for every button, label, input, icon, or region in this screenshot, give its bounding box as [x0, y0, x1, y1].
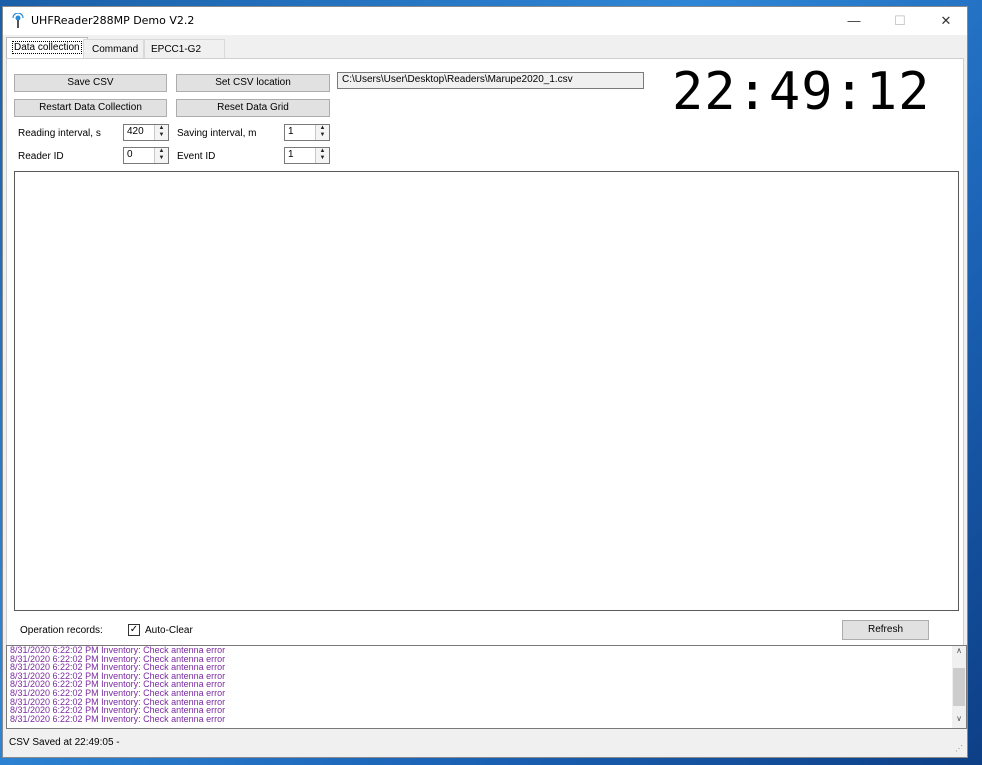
event-id-value: 1: [288, 149, 294, 160]
event-id-label: Event ID: [177, 151, 216, 162]
set-csv-location-button[interactable]: Set CSV location: [176, 74, 330, 92]
app-window: UHFReader288MP Demo V2.2 — ☐ ✕ Data coll…: [2, 6, 968, 758]
auto-clear-label: Auto-Clear: [145, 625, 193, 636]
reader-id-stepper[interactable]: 0 ▲ ▼: [123, 147, 169, 164]
arrow-up-icon[interactable]: ▲: [316, 148, 329, 155]
scroll-thumb[interactable]: [953, 668, 965, 706]
minimize-button[interactable]: —: [831, 7, 877, 35]
auto-clear-checkbox[interactable]: ✓: [128, 624, 140, 636]
saving-interval-stepper[interactable]: 1 ▲ ▼: [284, 124, 330, 141]
antenna-icon: [12, 13, 24, 28]
tab-epcc1-g2-test[interactable]: EPCC1-G2 Test: [144, 39, 225, 74]
window-title: UHFReader288MP Demo V2.2: [31, 14, 195, 27]
operation-log[interactable]: 8/31/2020 6:22:02 PM Inventory: Check an…: [6, 645, 967, 729]
csv-path-field[interactable]: C:\Users\User\Desktop\Readers\Marupe2020…: [337, 72, 644, 89]
event-id-stepper[interactable]: 1 ▲ ▼: [284, 147, 330, 164]
reading-interval-label: Reading interval, s: [18, 128, 101, 139]
maximize-button[interactable]: ☐: [877, 7, 923, 35]
scroll-down-icon[interactable]: ∨: [952, 714, 966, 728]
reader-id-label: Reader ID: [18, 151, 64, 162]
data-collection-panel: Save CSV Set CSV location C:\Users\User\…: [6, 58, 964, 728]
arrow-down-icon[interactable]: ▼: [155, 132, 168, 139]
reading-interval-value: 420: [127, 126, 144, 137]
refresh-button[interactable]: Refresh: [842, 620, 929, 640]
saving-interval-label: Saving interval, m: [177, 128, 257, 139]
status-text: CSV Saved at 22:49:05 -: [9, 737, 120, 748]
saving-interval-value: 1: [288, 126, 294, 137]
resize-grip-icon[interactable]: ⋰: [955, 744, 963, 753]
reading-interval-stepper[interactable]: 420 ▲ ▼: [123, 124, 169, 141]
stepper-arrows[interactable]: ▲ ▼: [154, 125, 168, 140]
save-csv-button[interactable]: Save CSV: [14, 74, 167, 92]
arrow-down-icon[interactable]: ▼: [316, 155, 329, 162]
stepper-arrows[interactable]: ▲ ▼: [315, 148, 329, 163]
log-list: 8/31/2020 6:22:02 PM Inventory: Check an…: [7, 646, 966, 723]
arrow-down-icon[interactable]: ▼: [155, 155, 168, 162]
close-button[interactable]: ✕: [923, 7, 969, 35]
arrow-up-icon[interactable]: ▲: [316, 125, 329, 132]
arrow-down-icon[interactable]: ▼: [316, 132, 329, 139]
reset-data-grid-button[interactable]: Reset Data Grid: [176, 99, 330, 117]
restart-data-collection-button[interactable]: Restart Data Collection: [14, 99, 167, 117]
stepper-arrows[interactable]: ▲ ▼: [315, 125, 329, 140]
arrow-up-icon[interactable]: ▲: [155, 148, 168, 155]
stepper-arrows[interactable]: ▲ ▼: [154, 148, 168, 163]
title-bar[interactable]: UHFReader288MP Demo V2.2 — ☐ ✕: [3, 7, 967, 35]
arrow-up-icon[interactable]: ▲: [155, 125, 168, 132]
data-grid[interactable]: [14, 171, 959, 611]
tab-strip: Data collection Command EPCC1-G2 Test: [3, 37, 967, 74]
clock-display: 22:49:12: [672, 62, 931, 122]
scroll-up-icon[interactable]: ∧: [952, 646, 966, 660]
tab-data-collection[interactable]: Data collection: [6, 37, 88, 59]
operation-records-label: Operation records:: [20, 625, 103, 636]
tab-command[interactable]: Command: [83, 39, 144, 58]
log-line: 8/31/2020 6:22:02 PM Inventory: Check an…: [10, 713, 226, 724]
log-scrollbar[interactable]: ∧ ∨: [952, 646, 966, 728]
status-bar: CSV Saved at 22:49:05 - ⋰: [3, 731, 967, 757]
reader-id-value: 0: [127, 149, 133, 160]
